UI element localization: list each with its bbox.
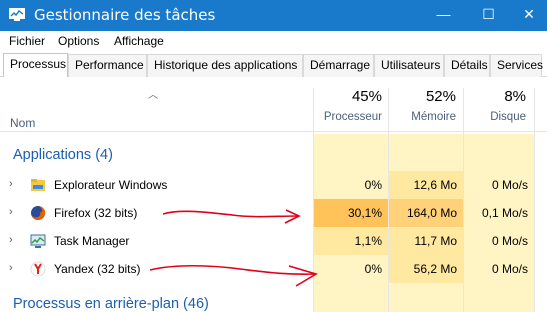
tab-processus[interactable]: Processus xyxy=(3,53,68,77)
annotation-overlay xyxy=(149,209,318,287)
annotation-arrowhead xyxy=(288,265,318,287)
annotation-arrow xyxy=(162,210,299,218)
